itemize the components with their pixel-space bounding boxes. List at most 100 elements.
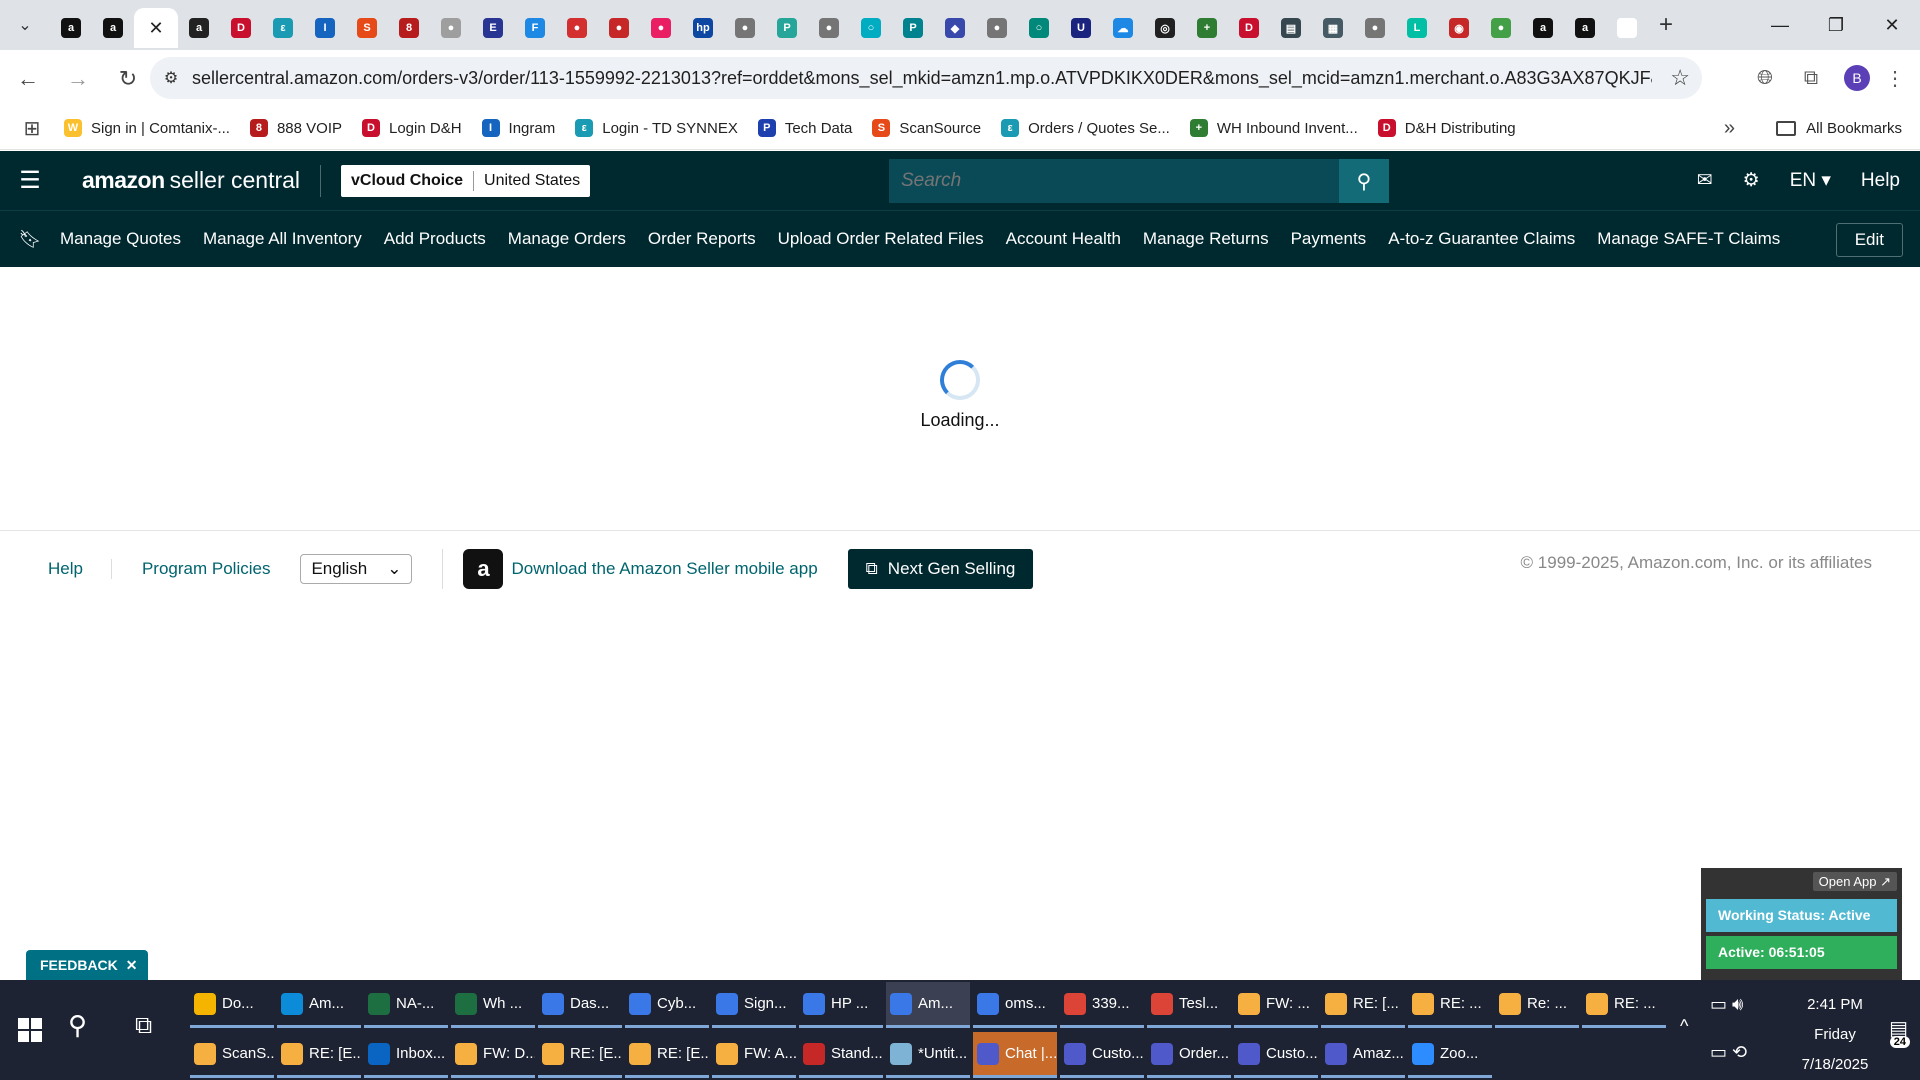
browser-tab[interactable]: ● [640, 8, 682, 48]
nav-link[interactable]: Payments [1291, 229, 1367, 249]
taskbar-item[interactable]: Das... [538, 982, 622, 1028]
taskbar-item[interactable]: Do... [190, 982, 274, 1028]
bookmark-item[interactable]: S ScanSource [872, 119, 981, 137]
help-link[interactable]: Help [1861, 170, 1900, 192]
browser-tab[interactable]: P [766, 8, 808, 48]
browser-tab[interactable]: D [1228, 8, 1270, 48]
search-input[interactable] [889, 159, 1339, 203]
browser-tab[interactable]: S [346, 8, 388, 48]
nav-link[interactable]: Manage All Inventory [203, 229, 362, 249]
browser-tab[interactable]: 8 [388, 8, 430, 48]
new-tab-plus-icon[interactable]: + [1648, 11, 1684, 39]
browser-tab[interactable]: ☁ [1102, 8, 1144, 48]
bookmark-item[interactable]: + WH Inbound Invent... [1189, 119, 1358, 137]
program-policies-link[interactable]: Program Policies [110, 558, 301, 579]
browser-tab[interactable]: a [1564, 8, 1606, 48]
bookmark-item[interactable]: W Sign in | Comtanix-... [64, 119, 230, 137]
search-icon[interactable]: ⚲ [1339, 159, 1389, 203]
taskbar-item[interactable]: FW: A... [712, 1032, 796, 1078]
taskbar-item[interactable]: RE: [... [1321, 982, 1405, 1028]
browser-tab[interactable]: ● [976, 8, 1018, 48]
bookmark-item[interactable]: ε Login - TD SYNNEX [575, 119, 738, 137]
browser-tab[interactable]: ▤ [1270, 8, 1312, 48]
footer-language-select[interactable]: English ⌄ [300, 553, 413, 584]
nav-link[interactable]: Manage SAFE-T Claims [1597, 229, 1780, 249]
taskbar-item[interactable]: Chat |... [973, 1032, 1057, 1078]
bookmark-item[interactable]: D Login D&H [362, 119, 462, 137]
nav-bookmark-icon[interactable]: 🔖︎ [0, 229, 60, 250]
taskbar-item[interactable]: Am... [277, 982, 361, 1028]
browser-tab[interactable]: a [92, 8, 134, 48]
apps-grid-icon[interactable]: ⊞ [0, 116, 64, 141]
browser-tab[interactable]: a [50, 8, 92, 48]
browser-tab[interactable]: ▦ [1312, 8, 1354, 48]
taskbar-item[interactable]: RE: [E... [538, 1032, 622, 1078]
browser-tab[interactable]: L [1396, 8, 1438, 48]
back-arrow-icon[interactable]: ← [6, 57, 50, 101]
minimize-icon[interactable]: — [1752, 0, 1808, 50]
nav-link[interactable]: Order Reports [648, 229, 756, 249]
bookmark-item[interactable]: P Tech Data [757, 119, 852, 137]
taskbar-item[interactable]: Custo... [1060, 1032, 1144, 1078]
gear-icon[interactable]: ⚙ [1743, 169, 1760, 192]
bookmark-item[interactable]: D D&H Distributing [1377, 119, 1516, 137]
taskbar-item[interactable]: oms... [973, 982, 1057, 1028]
browser-menu-icon[interactable]: ⋮ [1880, 66, 1910, 91]
forward-arrow-icon[interactable]: → [56, 57, 100, 101]
site-info-icon[interactable]: ⚙ [150, 68, 192, 88]
taskbar-item[interactable]: Cyb... [625, 982, 709, 1028]
taskbar-item[interactable]: Stand... [799, 1032, 883, 1078]
taskbar-item[interactable]: FW: D... [451, 1032, 535, 1078]
taskbar-item[interactable]: RE: ... [1408, 982, 1492, 1028]
browser-tab[interactable]: G [1606, 8, 1648, 48]
url-text[interactable]: sellercentral.amazon.com/orders-v3/order… [192, 68, 1652, 89]
windows-start-icon[interactable] [10, 1002, 50, 1058]
nav-link[interactable]: Manage Returns [1143, 229, 1269, 249]
tab-search-chevron-icon[interactable]: ⌄ [0, 0, 50, 50]
task-view-icon[interactable]: ⧉ [135, 1012, 152, 1040]
taskbar-item[interactable]: RE: ... [1582, 982, 1666, 1028]
seller-central-logo[interactable]: amazon seller central [82, 167, 300, 194]
account-switcher[interactable]: vCloud Choice United States [341, 164, 591, 197]
taskbar-item[interactable]: Order... [1147, 1032, 1231, 1078]
bookmark-star-icon[interactable]: ☆ [1670, 65, 1690, 91]
nav-link[interactable]: Manage Quotes [60, 229, 181, 249]
browser-tab[interactable]: U [1060, 8, 1102, 48]
profile-avatar[interactable]: B [1844, 65, 1870, 91]
footer-help-link[interactable]: Help [48, 559, 83, 579]
browser-tab[interactable]: I [304, 8, 346, 48]
mail-icon[interactable]: ✉ [1697, 169, 1713, 192]
browser-tab[interactable]: hp [682, 8, 724, 48]
taskbar-item[interactable]: *Untit... [886, 1032, 970, 1078]
feedback-close-icon[interactable]: ✕ [126, 957, 138, 973]
taskbar-item[interactable]: Zoo... [1408, 1032, 1492, 1078]
next-gen-selling-button[interactable]: ⧉ Next Gen Selling [847, 548, 1034, 589]
working-status-badge[interactable]: Working Status: Active [1706, 899, 1897, 932]
feedback-tab[interactable]: FEEDBACK ✕ [26, 950, 148, 981]
taskbar-item[interactable]: NA-... [364, 982, 448, 1028]
network-icon[interactable]: ▭ ⟲ [1710, 1042, 1747, 1063]
taskbar-item[interactable]: RE: [E... [625, 1032, 709, 1078]
browser-tab[interactable]: E [472, 8, 514, 48]
taskbar-search-icon[interactable]: ⚲ [68, 1010, 87, 1041]
taskbar-item[interactable]: FW: ... [1234, 982, 1318, 1028]
tray-chevron-up-icon[interactable]: ^ [1680, 1016, 1688, 1037]
browser-tab[interactable]: ◉ [1438, 8, 1480, 48]
restore-icon[interactable]: ❐ [1808, 0, 1864, 50]
taskbar-item[interactable]: HP ... [799, 982, 883, 1028]
reload-icon[interactable]: ↻ [106, 57, 150, 101]
more-bookmarks-icon[interactable]: » [1724, 117, 1735, 140]
browser-tab[interactable]: + [1186, 8, 1228, 48]
browser-tab[interactable]: ◎ [1144, 8, 1186, 48]
browser-tab[interactable]: ◆ [934, 8, 976, 48]
browser-tab[interactable]: ○ [850, 8, 892, 48]
mobile-app-download[interactable]: a Download the Amazon Seller mobile app [442, 548, 818, 589]
nav-link[interactable]: Account Health [1006, 229, 1121, 249]
browser-tab[interactable]: a [178, 8, 220, 48]
taskbar-item[interactable]: Am... [886, 982, 970, 1028]
battery-volume-icon[interactable]: ▭ 🔊︎ [1710, 994, 1743, 1015]
bookmark-item[interactable]: I Ingram [481, 119, 555, 137]
taskbar-item[interactable]: Inbox... [364, 1032, 448, 1078]
browser-tab[interactable]: ○ [1018, 8, 1060, 48]
browser-tab[interactable]: ● [724, 8, 766, 48]
